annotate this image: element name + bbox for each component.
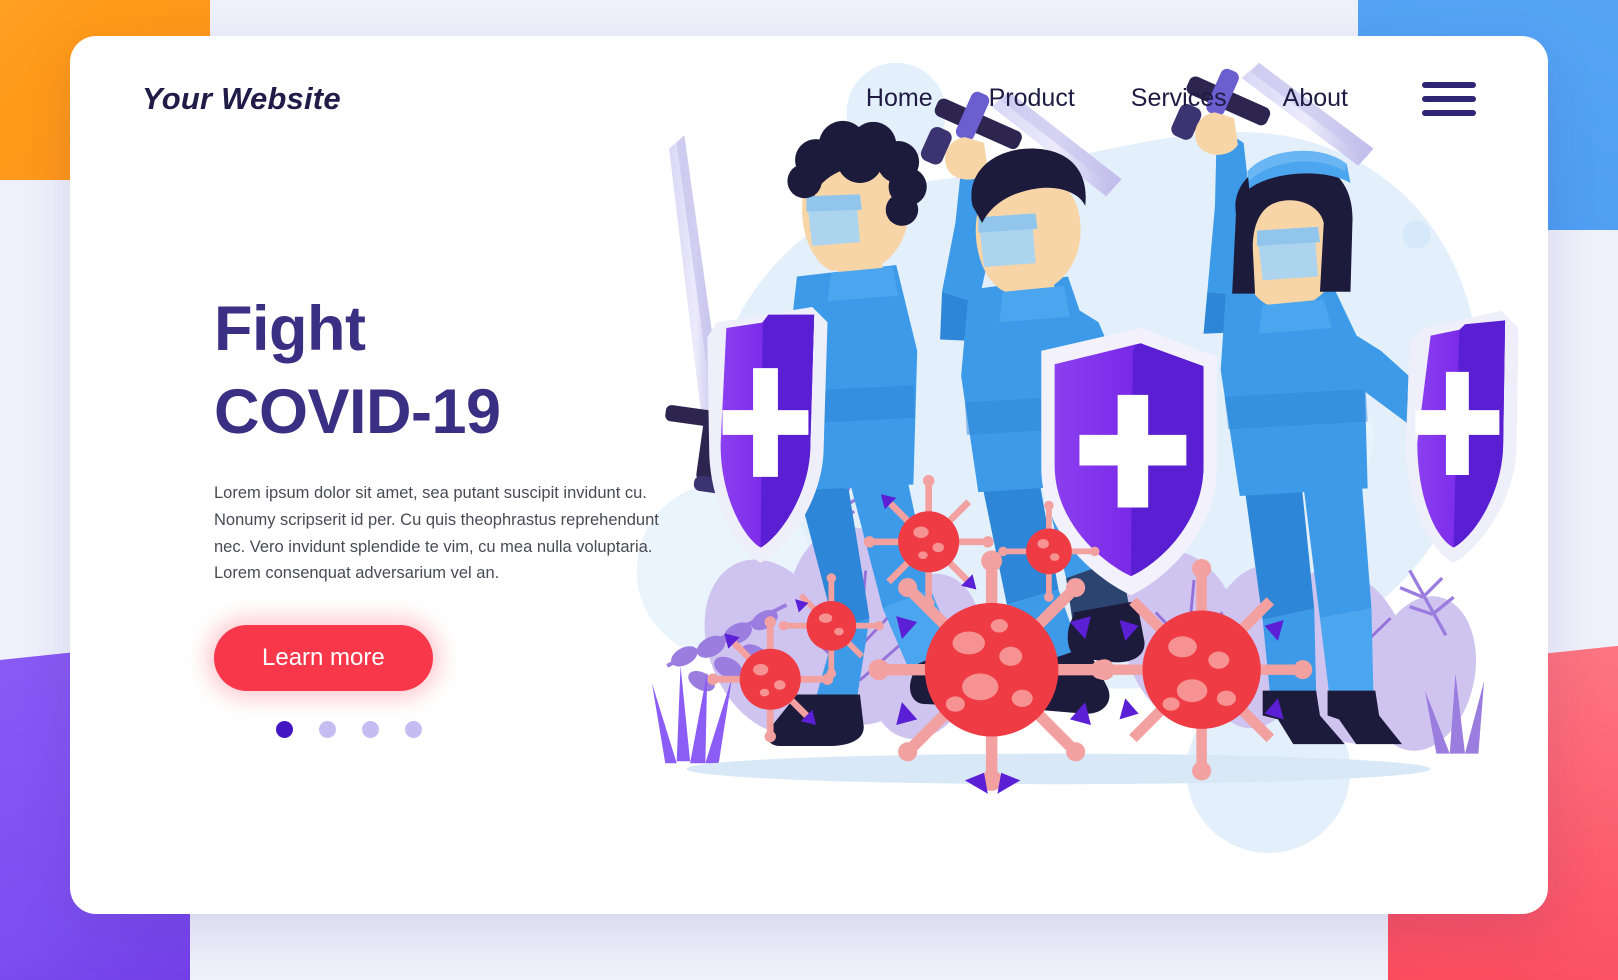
- nav-item-about[interactable]: About: [1283, 84, 1348, 113]
- virus-body: [1026, 528, 1072, 575]
- shield-right: [1405, 310, 1519, 563]
- decor-circle: [1402, 220, 1431, 249]
- carousel-dot-1[interactable]: [276, 721, 293, 739]
- hamburger-icon[interactable]: [1422, 81, 1476, 116]
- page-stage: Your Website Home Product Services About: [0, 0, 1618, 980]
- carousel-dot-2[interactable]: [319, 721, 336, 739]
- nav-item-home[interactable]: Home: [866, 84, 933, 113]
- hero-paragraph: Lorem ipsum dolor sit amet, sea putant s…: [214, 484, 659, 583]
- carousel-dots: [214, 721, 684, 739]
- carousel-dot-3[interactable]: [362, 721, 379, 739]
- nav-item-product[interactable]: Product: [989, 84, 1075, 113]
- nav-item-services[interactable]: Services: [1131, 84, 1227, 113]
- illustration-svg: [636, 62, 1519, 853]
- virus-body: [739, 648, 801, 710]
- site-logo[interactable]: Your Website: [142, 81, 341, 117]
- main-navigation: Home Product Services About: [866, 81, 1476, 116]
- site-header: Your Website Home Product Services About: [70, 36, 1548, 161]
- hamburger-bar: [1422, 81, 1476, 88]
- headline-line-2: COVID-19: [214, 377, 501, 448]
- hero-card: Your Website Home Product Services About: [70, 36, 1548, 914]
- virus-body: [1142, 610, 1261, 729]
- hamburger-bar: [1422, 95, 1476, 102]
- headline-line-1: Fight: [214, 294, 366, 364]
- learn-more-button[interactable]: Learn more: [214, 625, 433, 692]
- virus-body: [898, 511, 960, 573]
- carousel-dot-4[interactable]: [405, 721, 422, 739]
- hero-illustration: [588, 36, 1548, 914]
- virus-large-center: [868, 550, 1115, 794]
- virus-body: [806, 600, 857, 651]
- hamburger-bar: [1422, 109, 1476, 116]
- page-title: Fight COVID-19: [214, 288, 684, 454]
- ground-shadow: [686, 753, 1431, 785]
- hero-copy: Fight COVID-19 Lorem ipsum dolor sit ame…: [214, 288, 684, 739]
